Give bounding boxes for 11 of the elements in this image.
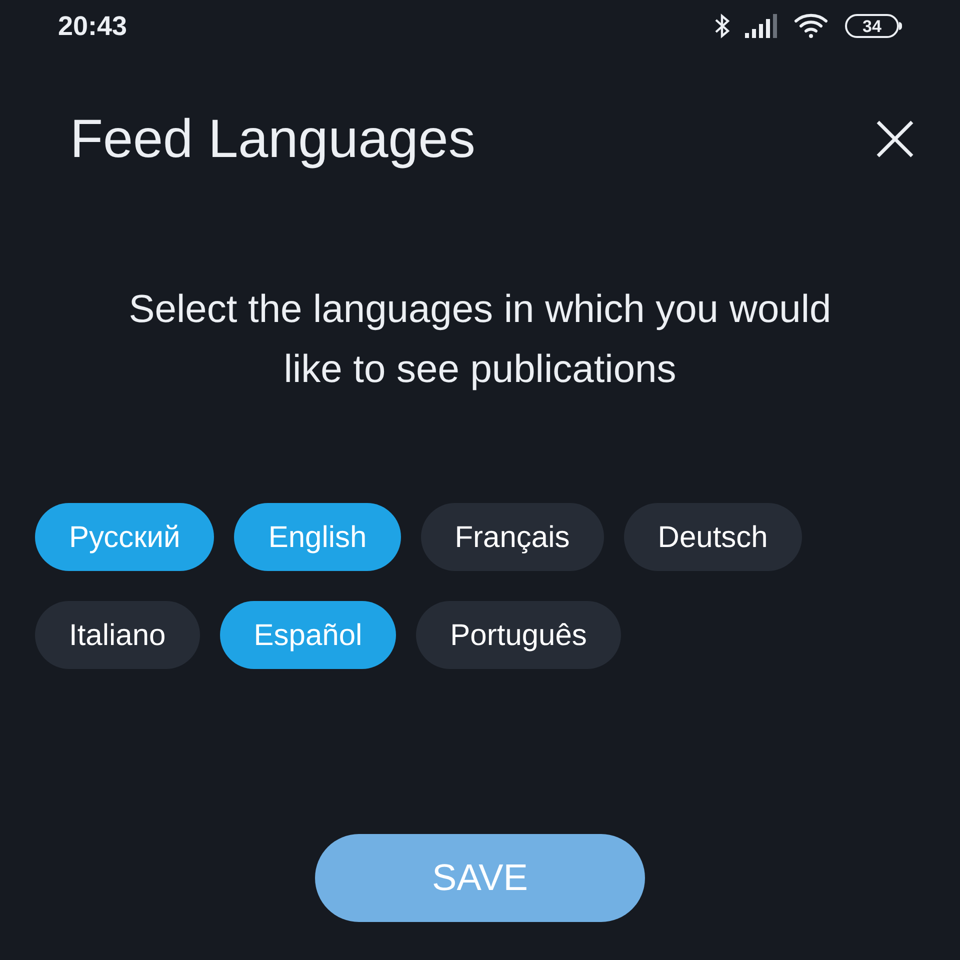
language-chip[interactable]: Français: [420, 503, 604, 571]
instruction-text: Select the languages in which you would like to see publications: [128, 287, 832, 393]
battery-level: 34: [862, 18, 882, 34]
language-chip[interactable]: Português: [416, 601, 621, 669]
status-time: 20:43: [58, 10, 128, 43]
bluetooth-icon: [713, 12, 731, 40]
page-title: Feed Languages: [70, 108, 476, 171]
signal-icon: [745, 14, 779, 38]
close-icon: [875, 119, 915, 159]
language-chip[interactable]: Italiano: [35, 601, 200, 669]
language-chip[interactable]: Deutsch: [624, 503, 802, 571]
